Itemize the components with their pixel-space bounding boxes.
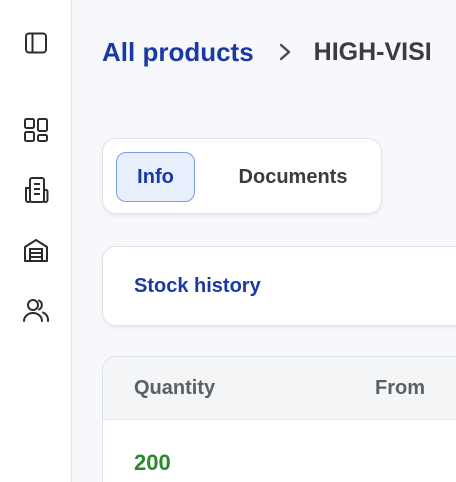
users-icon [23,299,50,322]
table-header: Quantity From [103,357,456,420]
sidebar-toggle-icon [25,32,47,54]
stock-history-panel: Stock history [102,246,456,326]
app-window: All products HIGH-VISI Info Documents St… [0,0,456,482]
stock-table: Quantity From 200 [102,356,456,482]
sidebar-toggle-button[interactable] [22,29,50,57]
sidebar-item-dashboard[interactable] [22,116,50,144]
tab-documents[interactable]: Documents [223,152,363,202]
sidebar-item-inventory[interactable] [22,176,50,204]
column-header-quantity[interactable]: Quantity [134,377,215,400]
column-header-from[interactable]: From [375,377,425,400]
stock-history-title[interactable]: Stock history [134,275,261,298]
tab-bar: Info Documents [102,138,382,214]
dashboard-icon [24,118,48,142]
breadcrumb-all-products-link[interactable]: All products [102,37,254,68]
sidebar-item-warehouse[interactable] [22,236,50,264]
sidebar [0,0,72,482]
warehouse-icon [24,239,48,262]
main-content: All products HIGH-VISI Info Documents St… [72,0,456,482]
sidebar-item-users[interactable] [22,296,50,324]
quantity-cell: 200 [134,450,171,475]
tab-info[interactable]: Info [116,152,195,202]
inventory-icon [25,177,49,203]
chevron-right-icon [278,42,292,62]
breadcrumb-current-product: HIGH-VISI [313,37,432,66]
breadcrumb: All products HIGH-VISI [102,36,432,68]
